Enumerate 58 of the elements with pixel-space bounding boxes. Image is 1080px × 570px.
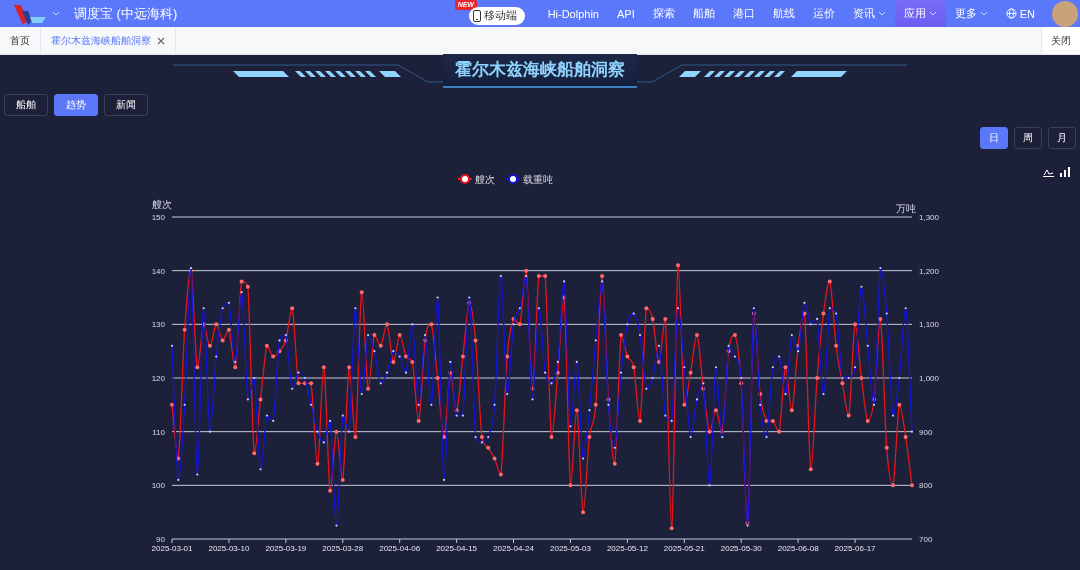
axis-label: 1,200: [919, 266, 940, 276]
view-tab[interactable]: 船舶: [4, 94, 48, 116]
nav-item[interactable]: 应用: [894, 0, 946, 27]
axis-label: 140: [151, 266, 165, 276]
axis-label: 110: [152, 427, 165, 437]
nav-item[interactable]: 船舶: [683, 0, 724, 27]
legend-item[interactable]: 载重吨: [505, 174, 553, 185]
period-tab[interactable]: 日: [980, 127, 1008, 149]
axis-label: 120: [151, 374, 165, 383]
axis-label: 150: [151, 213, 165, 222]
nav-item[interactable]: API: [608, 0, 644, 27]
axis-label: 800: [919, 481, 933, 491]
legend-label: 载重吨: [523, 174, 553, 185]
nav-item[interactable]: 资讯: [843, 0, 895, 27]
tab-label[interactable]: 首页: [10, 33, 30, 48]
app-title: 调度宝 (中远海科): [74, 4, 178, 23]
axis-label: 2025-05-30: [720, 544, 762, 553]
view-tab[interactable]: 趋势: [54, 94, 98, 116]
axis-title: 艘次: [152, 199, 172, 210]
axis-label: 2025-03-01: [151, 544, 193, 553]
view-tab[interactable]: 新闻: [104, 94, 148, 116]
legend-label: 艘次: [475, 174, 495, 185]
legend-item[interactable]: 艘次: [457, 174, 495, 185]
axis-label: 1,000: [919, 374, 940, 383]
axis-label: 2025-03-19: [265, 544, 307, 553]
axis-label: 2025-06-08: [777, 544, 819, 553]
page-tab[interactable]: 霍尔木兹海峡船舶洞察: [41, 27, 176, 54]
language-button[interactable]: EN: [996, 0, 1044, 27]
axis-label: 90: [156, 535, 165, 544]
nav-item[interactable]: 更多: [945, 0, 997, 27]
axis-label: 2025-05-03: [550, 544, 591, 553]
nav-item[interactable]: 航线: [763, 0, 804, 27]
axis-label: 2025-05-12: [606, 544, 648, 553]
period-tab[interactable]: 周: [1014, 127, 1042, 149]
axis-label: 2025-03-28: [322, 544, 364, 553]
axis-label: 2025-04-24: [493, 544, 534, 553]
axis-label: 2025-06-17: [834, 544, 876, 553]
page-tab[interactable]: 首页: [0, 27, 41, 54]
axis-label: 1,300: [919, 213, 940, 222]
axis-label: 100: [151, 481, 165, 491]
axis-label: 900: [919, 427, 933, 437]
mobile-button[interactable]: 移动端: [468, 6, 525, 25]
axis-label: 130: [151, 320, 165, 330]
axis-label: 1,100: [919, 320, 940, 330]
page-title: 霍尔木兹海峡船舶洞察: [443, 54, 637, 88]
nav-item[interactable]: 运价: [803, 0, 844, 27]
axis-title: 万吨: [896, 203, 916, 214]
nav-item[interactable]: 港口: [723, 0, 764, 27]
axis-label: 2025-04-06: [379, 544, 421, 553]
period-tab[interactable]: 月: [1048, 127, 1076, 149]
axis-label: 2025-04-15: [436, 544, 478, 553]
nav-item[interactable]: 探索: [643, 0, 684, 27]
tab-label[interactable]: 霍尔木兹海峡船舶洞察: [51, 33, 151, 48]
nav-item[interactable]: Hi-Dolphin: [538, 0, 608, 27]
axis-label: 2025-05-21: [663, 544, 705, 553]
axis-label: 700: [919, 535, 933, 544]
close-all-button[interactable]: 关闭: [1041, 27, 1080, 54]
axis-label: 2025-03-10: [208, 544, 250, 553]
